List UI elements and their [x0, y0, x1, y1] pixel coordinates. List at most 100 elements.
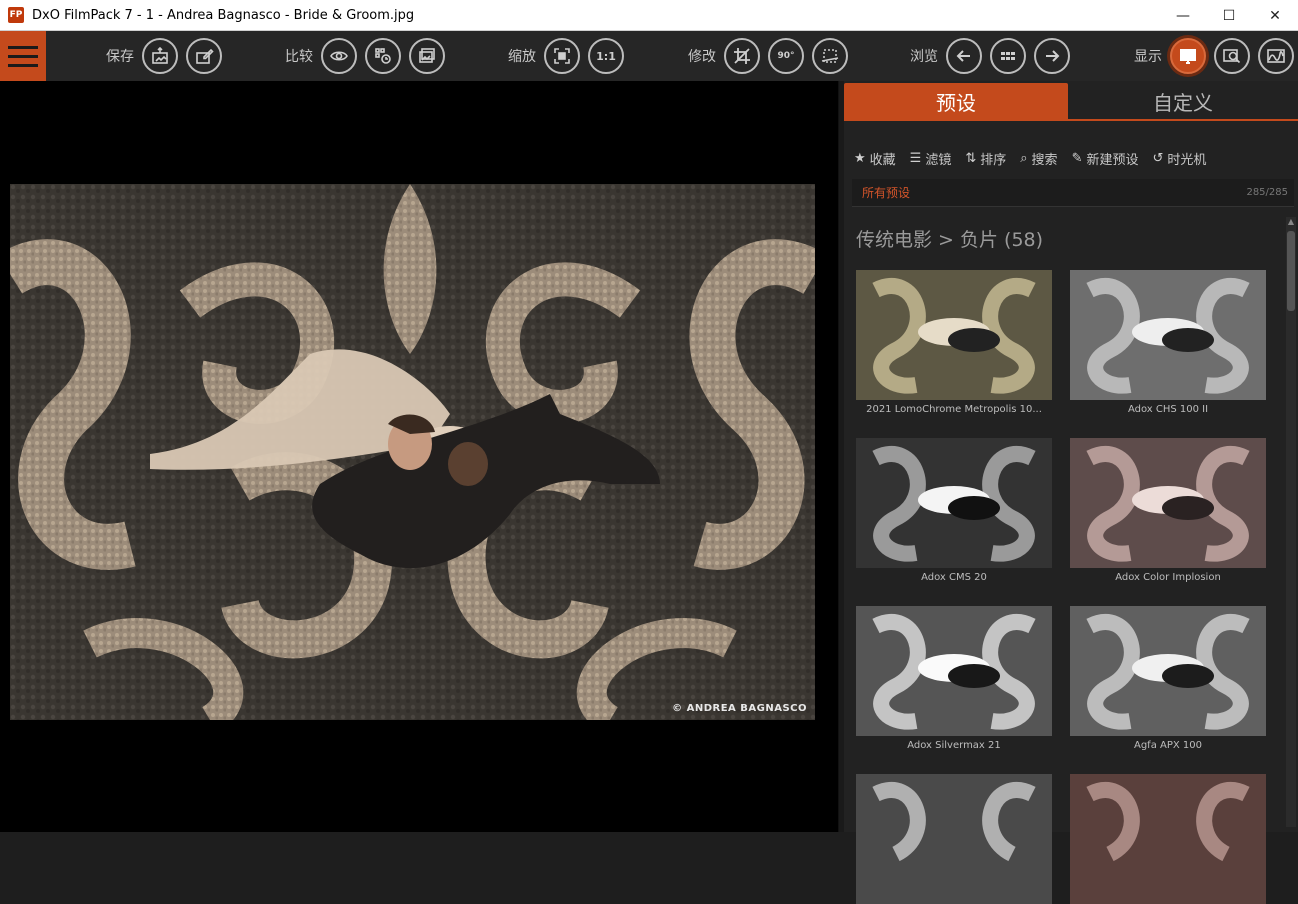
preset-thumbnail[interactable]: Adox Color Implosion — [1070, 438, 1266, 583]
fit-screen-icon — [554, 48, 570, 64]
sort-label: 排序 — [980, 153, 1007, 168]
compare-view-button[interactable] — [321, 38, 357, 74]
edit-export-icon — [196, 48, 214, 64]
browse-label: 浏览 — [910, 49, 938, 65]
compare-original-button[interactable] — [409, 38, 445, 74]
loupe-icon — [1223, 49, 1241, 64]
favorites-action[interactable]: ★ 收藏 — [854, 149, 896, 168]
histogram-button[interactable] — [1258, 38, 1294, 74]
preset-preview-image — [1070, 270, 1266, 400]
preset-count: 285/285 — [1246, 187, 1288, 198]
edit-export-button[interactable] — [186, 38, 222, 74]
tab-presets[interactable]: 预设 — [844, 83, 1068, 119]
preset-preview-image — [856, 270, 1052, 400]
preset-name: 2021 LomoChrome Metropolis 10... — [866, 404, 1042, 415]
save-label: 保存 — [106, 49, 134, 65]
browse-group: 浏览 — [910, 31, 1074, 81]
histogram-icon — [1267, 49, 1285, 63]
preset-thumbnail[interactable]: Agfa APX 100 — [1070, 606, 1266, 751]
list-icon: ☰ — [909, 151, 922, 166]
monitor-icon — [1180, 49, 1196, 64]
edit-label: 修改 — [688, 49, 716, 65]
display-label: 显示 — [1134, 49, 1162, 65]
rotate-90-icon: 90° — [777, 51, 795, 61]
preset-thumbnail[interactable]: Adox CMS 20 — [856, 438, 1052, 583]
preset-filter-bar[interactable]: 所有预设 285/285 — [852, 179, 1294, 207]
time-machine-icon: ↺ — [1152, 151, 1164, 166]
all-presets-label: 所有预设 — [862, 186, 911, 200]
image-stack-icon — [419, 48, 435, 63]
new-preset-icon: ✎ — [1071, 151, 1083, 166]
preset-preview-image — [1070, 774, 1266, 904]
filmstrip-grid-icon — [1001, 52, 1015, 60]
zoom-group: 缩放 1:1 — [508, 31, 628, 81]
crop-button[interactable] — [724, 38, 760, 74]
scrollbar-thumb[interactable] — [1287, 231, 1295, 311]
fullscreen-display-button[interactable] — [1170, 38, 1206, 74]
maximize-button[interactable]: ☐ — [1206, 0, 1252, 31]
favorites-label: 收藏 — [869, 153, 896, 168]
app-logo-icon: FP — [8, 7, 24, 23]
preset-thumbnail[interactable]: 2021 LomoChrome Metropolis 10... — [856, 270, 1052, 415]
eye-icon — [330, 51, 348, 61]
preset-name: Adox CMS 20 — [921, 572, 987, 583]
tab-customize[interactable]: 自定义 — [1068, 83, 1298, 119]
sort-icon: ⇅ — [965, 151, 977, 166]
search-action[interactable]: ⌕ 搜索 — [1020, 149, 1057, 168]
copyright-watermark: © ANDREA BAGNASCO — [672, 703, 807, 714]
menu-line — [8, 45, 38, 49]
edit-group: 修改 90° — [688, 31, 852, 81]
loupe-button[interactable] — [1214, 38, 1250, 74]
straighten-button[interactable] — [812, 38, 848, 74]
preset-thumbnail[interactable]: Adox Silvermax 21 — [856, 606, 1052, 751]
image-viewer[interactable]: © ANDREA BAGNASCO — [0, 81, 838, 832]
preset-name: Agfa APX 100 — [1133, 740, 1202, 751]
preset-name: Adox Color Implosion — [1115, 572, 1221, 583]
menu-line — [8, 54, 38, 58]
arrow-right-icon — [1046, 50, 1060, 62]
compare-history-button[interactable] — [365, 38, 401, 74]
preset-thumbnail[interactable]: Adox CHS 100 II — [1070, 270, 1266, 415]
preset-name: Adox CHS 100 II — [1127, 404, 1209, 415]
compare-label: 比较 — [285, 49, 313, 65]
preset-preview-image — [1070, 438, 1266, 568]
previous-image-button[interactable] — [946, 38, 982, 74]
minimize-button[interactable]: — — [1160, 0, 1206, 31]
main-photo[interactable]: © ANDREA BAGNASCO — [10, 184, 815, 720]
preset-preview-image — [856, 774, 1052, 904]
straighten-icon — [821, 49, 839, 63]
filter-action[interactable]: ☰ 滤镜 — [910, 149, 952, 168]
preset-name: Adox Silvermax 21 — [907, 740, 1001, 751]
new-preset-action[interactable]: ✎ 新建预设 — [1072, 149, 1139, 168]
window-title: DxO FilmPack 7 - 1 - Andrea Bagnasco - B… — [32, 7, 415, 23]
display-group: 显示 — [1134, 31, 1298, 81]
zoom-1to1-button[interactable]: 1:1 — [588, 38, 624, 74]
zoom-label: 缩放 — [508, 49, 536, 65]
preset-thumbnail[interactable] — [1070, 774, 1266, 904]
star-icon: ★ — [854, 151, 866, 166]
presets-panel: 预设 自定义 ★ 收藏 ☰ 滤镜 ⇅ 排序 ⌕ 搜索 ✎ 新建预设 ↺ 时光机 所有预设 2… — [844, 81, 1298, 904]
sort-action[interactable]: ⇅ 排序 — [965, 149, 1006, 168]
preset-thumbnail[interactable] — [856, 774, 1052, 904]
preset-category-title: 传统电影 > 负片 (58) — [856, 229, 1044, 251]
preset-scrollbar[interactable]: ▲ — [1286, 217, 1296, 827]
search-label: 搜索 — [1031, 153, 1058, 168]
hamburger-menu-button[interactable] — [0, 31, 46, 81]
rotate-button[interactable]: 90° — [768, 38, 804, 74]
time-machine-action[interactable]: ↺ 时光机 — [1152, 149, 1206, 168]
scroll-up-icon[interactable]: ▲ — [1286, 217, 1296, 229]
export-image-button[interactable] — [142, 38, 178, 74]
filmstrip-button[interactable] — [990, 38, 1026, 74]
next-image-button[interactable] — [1034, 38, 1070, 74]
preset-preview-image — [856, 606, 1052, 736]
save-group: 保存 — [106, 31, 226, 81]
arrow-left-icon — [956, 50, 970, 62]
preset-preview-image — [856, 438, 1052, 568]
preset-preview-image — [1070, 606, 1266, 736]
compare-group: 比较 — [285, 31, 449, 81]
grid-clock-icon — [375, 48, 391, 64]
fit-zoom-button[interactable] — [544, 38, 580, 74]
new-preset-label: 新建预设 — [1086, 153, 1139, 168]
close-button[interactable]: ✕ — [1252, 0, 1298, 31]
filter-label: 滤镜 — [925, 153, 952, 168]
